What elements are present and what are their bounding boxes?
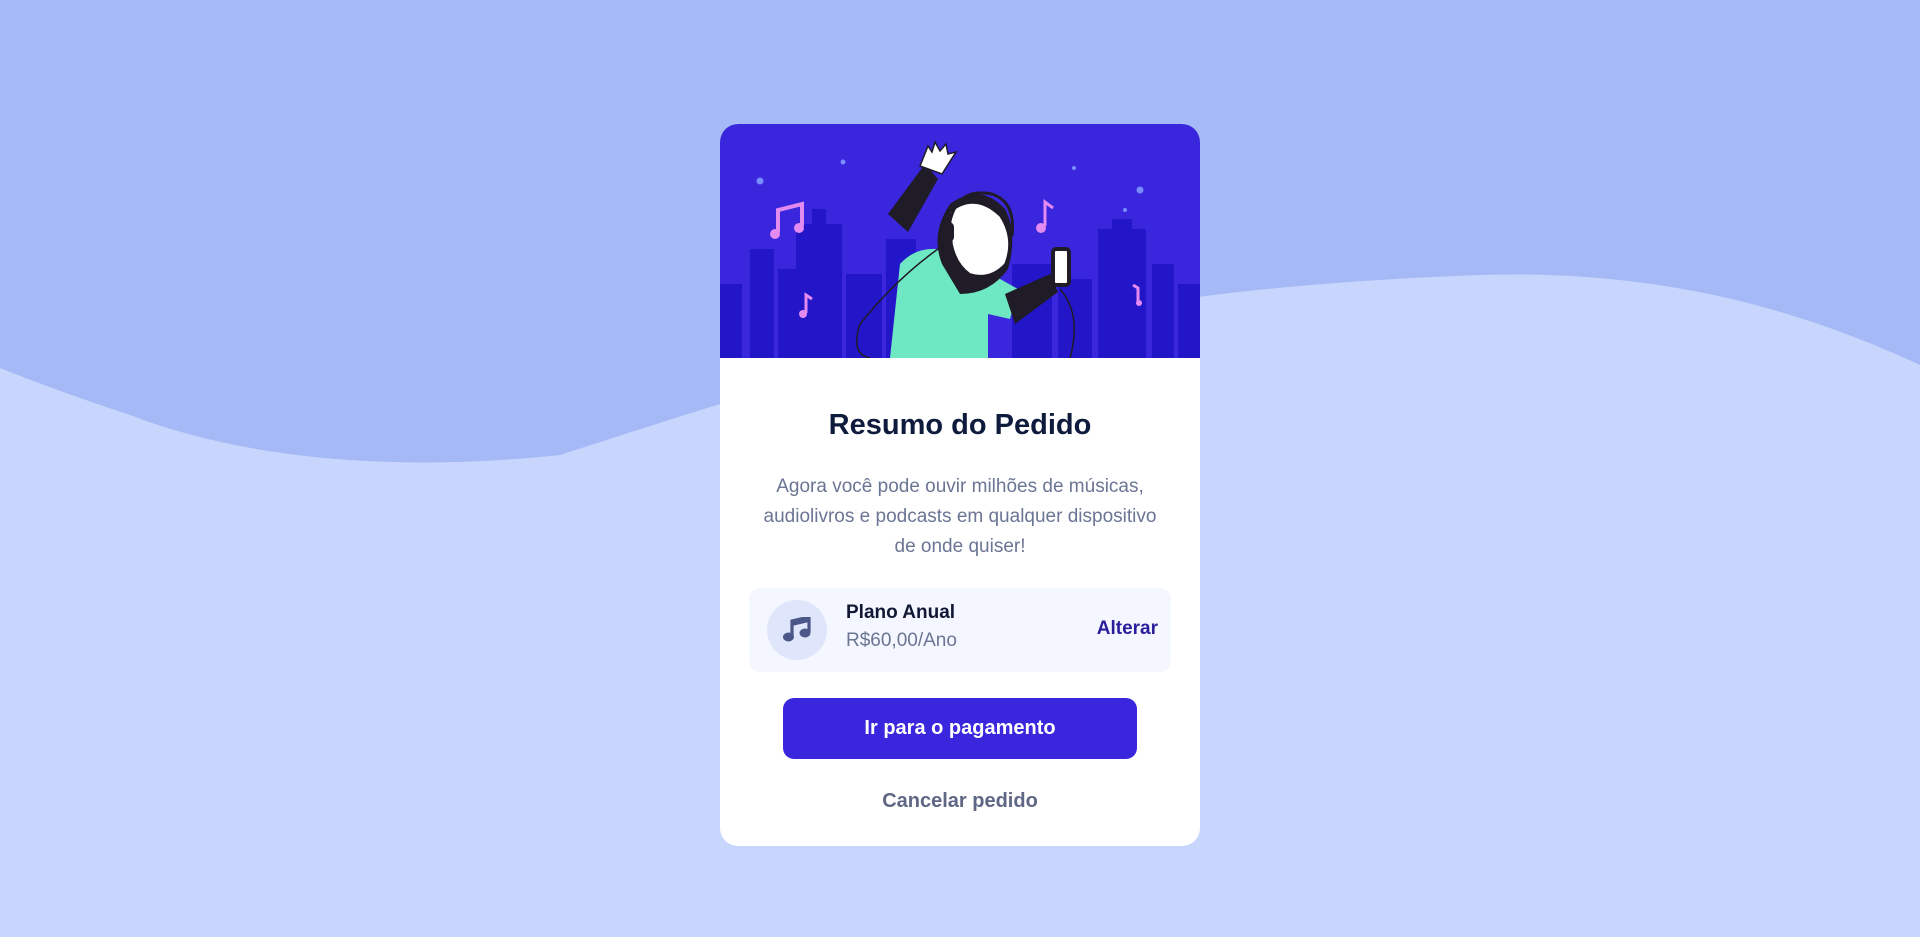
proceed-to-payment-button[interactable]: Ir para o pagamento <box>783 698 1137 759</box>
change-plan-link[interactable]: Alterar <box>1097 618 1158 640</box>
hero-illustration <box>720 124 1200 358</box>
cancel-order-button[interactable]: Cancelar pedido <box>720 790 1200 813</box>
plan-summary: Plano Anual R$60,00/Ano Alterar <box>749 588 1171 672</box>
order-summary-card: Resumo do Pedido Agora você pode ouvir m… <box>720 124 1200 846</box>
plan-price: R$60,00/Ano <box>846 630 957 651</box>
page-title: Resumo do Pedido <box>828 409 1092 441</box>
order-description: Agora você pode ouvir milhões de músicas… <box>763 476 1157 557</box>
plan-name: Plano Anual <box>846 602 956 623</box>
music-note-icon <box>767 600 827 660</box>
